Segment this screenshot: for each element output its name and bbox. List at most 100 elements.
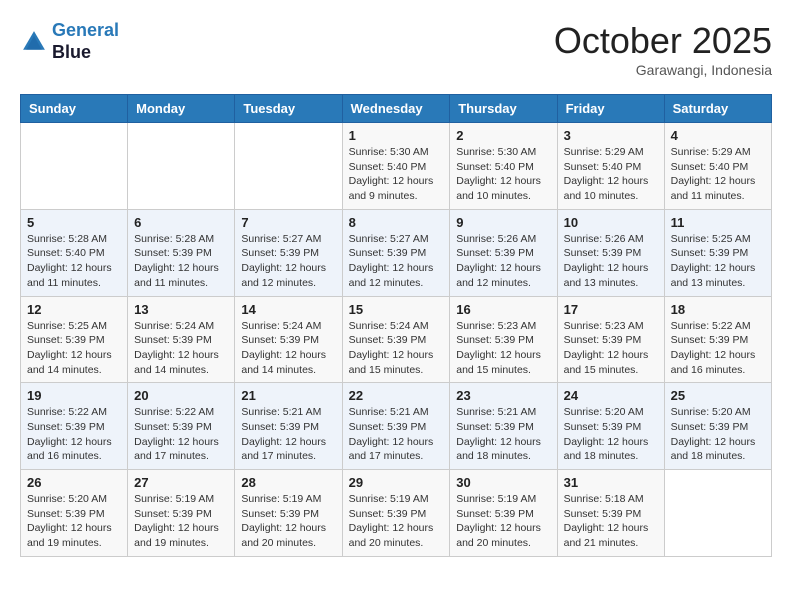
weekday-header-friday: Friday — [557, 95, 664, 123]
calendar-cell: 24 Sunrise: 5:20 AM Sunset: 5:39 PM Dayli… — [557, 383, 664, 470]
calendar-cell: 13 Sunrise: 5:24 AM Sunset: 5:39 PM Dayli… — [128, 296, 235, 383]
weekday-header-saturday: Saturday — [664, 95, 771, 123]
calendar-cell: 19 Sunrise: 5:22 AM Sunset: 5:39 PM Dayli… — [21, 383, 128, 470]
day-number: 26 — [27, 475, 121, 490]
day-number: 6 — [134, 215, 228, 230]
day-number: 15 — [349, 302, 444, 317]
weekday-header-thursday: Thursday — [450, 95, 557, 123]
calendar-week-row: 12 Sunrise: 5:25 AM Sunset: 5:39 PM Dayli… — [21, 296, 772, 383]
calendar-cell: 7 Sunrise: 5:27 AM Sunset: 5:39 PM Daylig… — [235, 209, 342, 296]
day-number: 13 — [134, 302, 228, 317]
calendar-cell: 18Sunrise: 5:22 AM Sunset: 5:39 PM Dayli… — [664, 296, 771, 383]
title-section: October 2025 Garawangi, Indonesia — [554, 20, 772, 78]
day-info: Sunrise: 5:29 AM Sunset: 5:40 PM Dayligh… — [564, 145, 658, 204]
day-info: Sunrise: 5:26 AM Sunset: 5:39 PM Dayligh… — [564, 232, 658, 291]
day-info: Sunrise: 5:20 AM Sunset: 5:39 PM Dayligh… — [27, 492, 121, 551]
day-info: Sunrise: 5:22 AM Sunset: 5:39 PM Dayligh… — [134, 405, 228, 464]
day-number: 24 — [564, 388, 658, 403]
day-info: Sunrise: 5:21 AM Sunset: 5:39 PM Dayligh… — [456, 405, 550, 464]
day-info: Sunrise: 5:23 AM Sunset: 5:39 PM Dayligh… — [456, 319, 550, 378]
calendar-cell: 21 Sunrise: 5:21 AM Sunset: 5:39 PM Dayli… — [235, 383, 342, 470]
calendar-cell: 26 Sunrise: 5:20 AM Sunset: 5:39 PM Dayli… — [21, 470, 128, 557]
logo-text: General Blue — [52, 20, 119, 63]
day-number: 16 — [456, 302, 550, 317]
day-info: Sunrise: 5:25 AM Sunset: 5:39 PM Dayligh… — [27, 319, 121, 378]
day-number: 10 — [564, 215, 658, 230]
calendar-cell — [235, 123, 342, 210]
calendar-cell: 10 Sunrise: 5:26 AM Sunset: 5:39 PM Dayli… — [557, 209, 664, 296]
weekday-header-wednesday: Wednesday — [342, 95, 450, 123]
calendar-cell: 3 Sunrise: 5:29 AM Sunset: 5:40 PM Daylig… — [557, 123, 664, 210]
calendar-cell — [21, 123, 128, 210]
day-number: 11 — [671, 215, 765, 230]
day-info: Sunrise: 5:19 AM Sunset: 5:39 PM Dayligh… — [456, 492, 550, 551]
weekday-header-row: SundayMondayTuesdayWednesdayThursdayFrid… — [21, 95, 772, 123]
calendar-cell: 4Sunrise: 5:29 AM Sunset: 5:40 PM Daylig… — [664, 123, 771, 210]
calendar-cell — [664, 470, 771, 557]
calendar-week-row: 26 Sunrise: 5:20 AM Sunset: 5:39 PM Dayli… — [21, 470, 772, 557]
calendar-cell: 28 Sunrise: 5:19 AM Sunset: 5:39 PM Dayli… — [235, 470, 342, 557]
calendar-cell: 9 Sunrise: 5:26 AM Sunset: 5:39 PM Daylig… — [450, 209, 557, 296]
calendar-cell: 5Sunrise: 5:28 AM Sunset: 5:40 PM Daylig… — [21, 209, 128, 296]
day-info: Sunrise: 5:19 AM Sunset: 5:39 PM Dayligh… — [241, 492, 335, 551]
month-title: October 2025 — [554, 20, 772, 62]
day-number: 3 — [564, 128, 658, 143]
day-info: Sunrise: 5:30 AM Sunset: 5:40 PM Dayligh… — [349, 145, 444, 204]
calendar-cell: 27Sunrise: 5:19 AM Sunset: 5:39 PM Dayli… — [128, 470, 235, 557]
day-info: Sunrise: 5:27 AM Sunset: 5:39 PM Dayligh… — [241, 232, 335, 291]
day-number: 9 — [456, 215, 550, 230]
day-number: 21 — [241, 388, 335, 403]
calendar-week-row: 19 Sunrise: 5:22 AM Sunset: 5:39 PM Dayli… — [21, 383, 772, 470]
day-number: 19 — [27, 388, 121, 403]
calendar-cell: 20Sunrise: 5:22 AM Sunset: 5:39 PM Dayli… — [128, 383, 235, 470]
day-info: Sunrise: 5:27 AM Sunset: 5:39 PM Dayligh… — [349, 232, 444, 291]
day-info: Sunrise: 5:20 AM Sunset: 5:39 PM Dayligh… — [564, 405, 658, 464]
day-number: 22 — [349, 388, 444, 403]
calendar-cell: 31 Sunrise: 5:18 AM Sunset: 5:39 PM Dayli… — [557, 470, 664, 557]
day-info: Sunrise: 5:20 AM Sunset: 5:39 PM Dayligh… — [671, 405, 765, 464]
day-info: Sunrise: 5:21 AM Sunset: 5:39 PM Dayligh… — [241, 405, 335, 464]
calendar-cell — [128, 123, 235, 210]
calendar-cell: 25Sunrise: 5:20 AM Sunset: 5:39 PM Dayli… — [664, 383, 771, 470]
day-info: Sunrise: 5:19 AM Sunset: 5:39 PM Dayligh… — [349, 492, 444, 551]
day-info: Sunrise: 5:21 AM Sunset: 5:39 PM Dayligh… — [349, 405, 444, 464]
calendar-cell: 29 Sunrise: 5:19 AM Sunset: 5:39 PM Dayli… — [342, 470, 450, 557]
day-number: 8 — [349, 215, 444, 230]
day-info: Sunrise: 5:19 AM Sunset: 5:39 PM Dayligh… — [134, 492, 228, 551]
day-number: 1 — [349, 128, 444, 143]
day-number: 7 — [241, 215, 335, 230]
day-info: Sunrise: 5:18 AM Sunset: 5:39 PM Dayligh… — [564, 492, 658, 551]
day-number: 31 — [564, 475, 658, 490]
calendar-cell: 16 Sunrise: 5:23 AM Sunset: 5:39 PM Dayli… — [450, 296, 557, 383]
calendar-cell: 15Sunrise: 5:24 AM Sunset: 5:39 PM Dayli… — [342, 296, 450, 383]
logo-icon — [20, 28, 48, 56]
day-info: Sunrise: 5:26 AM Sunset: 5:39 PM Dayligh… — [456, 232, 550, 291]
day-number: 29 — [349, 475, 444, 490]
page-header: General Blue October 2025 Garawangi, Ind… — [20, 20, 772, 78]
calendar-cell: 14 Sunrise: 5:24 AM Sunset: 5:39 PM Dayli… — [235, 296, 342, 383]
day-info: Sunrise: 5:23 AM Sunset: 5:39 PM Dayligh… — [564, 319, 658, 378]
calendar-week-row: 5Sunrise: 5:28 AM Sunset: 5:40 PM Daylig… — [21, 209, 772, 296]
calendar-table: SundayMondayTuesdayWednesdayThursdayFrid… — [20, 94, 772, 557]
calendar-cell: 11 Sunrise: 5:25 AM Sunset: 5:39 PM Dayli… — [664, 209, 771, 296]
day-number: 30 — [456, 475, 550, 490]
day-number: 28 — [241, 475, 335, 490]
day-number: 14 — [241, 302, 335, 317]
day-info: Sunrise: 5:24 AM Sunset: 5:39 PM Dayligh… — [134, 319, 228, 378]
calendar-cell: 2 Sunrise: 5:30 AM Sunset: 5:40 PM Daylig… — [450, 123, 557, 210]
logo: General Blue — [20, 20, 119, 63]
day-info: Sunrise: 5:24 AM Sunset: 5:39 PM Dayligh… — [241, 319, 335, 378]
weekday-header-tuesday: Tuesday — [235, 95, 342, 123]
calendar-week-row: 1 Sunrise: 5:30 AM Sunset: 5:40 PM Daylig… — [21, 123, 772, 210]
day-info: Sunrise: 5:28 AM Sunset: 5:39 PM Dayligh… — [134, 232, 228, 291]
day-number: 18 — [671, 302, 765, 317]
day-info: Sunrise: 5:22 AM Sunset: 5:39 PM Dayligh… — [27, 405, 121, 464]
day-info: Sunrise: 5:30 AM Sunset: 5:40 PM Dayligh… — [456, 145, 550, 204]
calendar-cell: 6 Sunrise: 5:28 AM Sunset: 5:39 PM Daylig… — [128, 209, 235, 296]
day-number: 5 — [27, 215, 121, 230]
day-info: Sunrise: 5:25 AM Sunset: 5:39 PM Dayligh… — [671, 232, 765, 291]
day-number: 12 — [27, 302, 121, 317]
day-number: 2 — [456, 128, 550, 143]
calendar-cell: 23Sunrise: 5:21 AM Sunset: 5:39 PM Dayli… — [450, 383, 557, 470]
day-info: Sunrise: 5:29 AM Sunset: 5:40 PM Dayligh… — [671, 145, 765, 204]
